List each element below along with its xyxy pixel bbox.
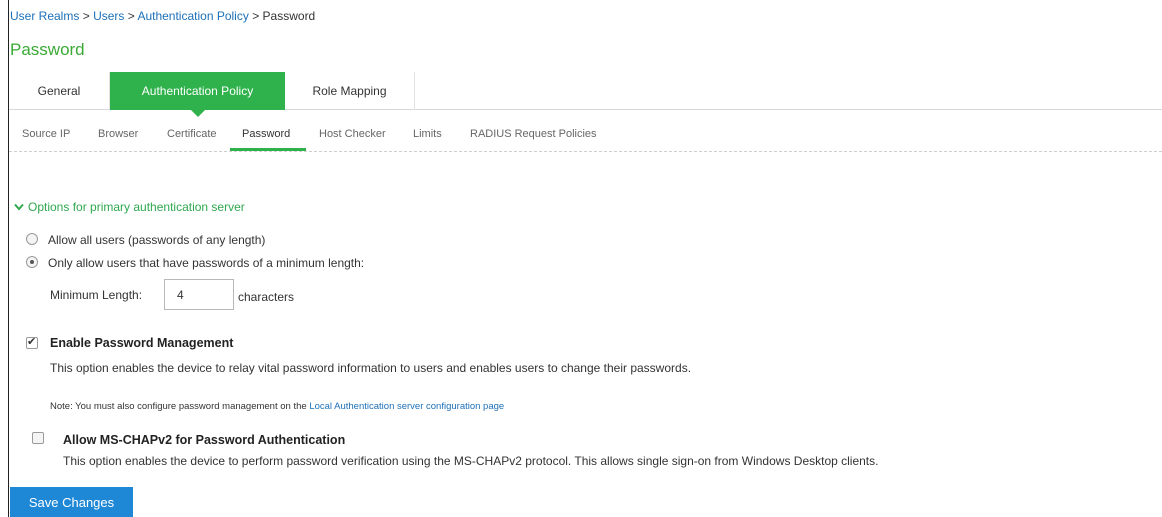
password-management-description: This option enables the device to relay …: [50, 361, 692, 375]
subtab-browser[interactable]: Browser: [98, 128, 138, 140]
subtab-limits[interactable]: Limits: [413, 128, 442, 140]
min-length-input[interactable]: [164, 279, 234, 310]
page-title: Password: [10, 40, 85, 59]
subtab-certificate[interactable]: Certificate: [167, 128, 217, 140]
breadcrumb-separator: >: [127, 9, 135, 23]
breadcrumb-user-realms[interactable]: User Realms: [10, 9, 79, 23]
ms-chapv2-label: Allow MS-CHAPv2 for Password Authenticat…: [63, 433, 346, 447]
note-text: Note: You must also configure password m…: [50, 401, 307, 412]
sub-tabs: Source IP Browser Certificate Password H…: [9, 118, 1162, 152]
subtab-radius-request-policies[interactable]: RADIUS Request Policies: [470, 128, 597, 140]
local-auth-config-link[interactable]: Local Authentication server configuratio…: [309, 401, 504, 412]
breadcrumb-current: Password: [262, 9, 316, 23]
breadcrumb-users[interactable]: Users: [93, 9, 124, 23]
ms-chapv2-description: This option enables the device to perfor…: [63, 454, 879, 468]
password-management-note: Note: You must also configure password m…: [50, 401, 504, 412]
allow-all-label: Allow all users (passwords of any length…: [48, 233, 266, 247]
breadcrumb-authentication-policy[interactable]: Authentication Policy: [137, 9, 248, 23]
active-subtab-underline: [230, 148, 306, 151]
enable-password-management-label: Enable Password Management: [50, 336, 234, 350]
min-length-radio[interactable]: [26, 256, 38, 268]
tab-authentication-policy[interactable]: Authentication Policy: [110, 72, 285, 117]
min-length-unit: characters: [238, 290, 295, 304]
allow-all-radio[interactable]: [26, 233, 38, 245]
section-toggle[interactable]: Options for primary authentication serve…: [14, 200, 245, 214]
breadcrumb: User Realms > Users > Authentication Pol…: [10, 9, 315, 23]
save-changes-button[interactable]: Save Changes: [10, 487, 133, 517]
subtab-source-ip[interactable]: Source IP: [22, 128, 70, 140]
breadcrumb-separator: >: [252, 9, 260, 23]
chevron-down-icon: [14, 200, 24, 214]
section-title: Options for primary authentication serve…: [28, 200, 245, 214]
breadcrumb-separator: >: [82, 9, 90, 23]
ms-chapv2-checkbox[interactable]: [32, 432, 44, 444]
enable-password-management-checkbox[interactable]: [26, 335, 38, 349]
tab-general[interactable]: General: [9, 72, 110, 110]
subtab-password[interactable]: Password: [242, 128, 290, 140]
tab-role-mapping[interactable]: Role Mapping: [285, 72, 415, 110]
subtab-host-checker[interactable]: Host Checker: [319, 128, 386, 140]
main-tabs: General Authentication Policy Role Mappi…: [9, 72, 1162, 117]
min-length-option-label: Only allow users that have passwords of …: [48, 256, 365, 270]
min-length-label: Minimum Length:: [50, 288, 143, 302]
